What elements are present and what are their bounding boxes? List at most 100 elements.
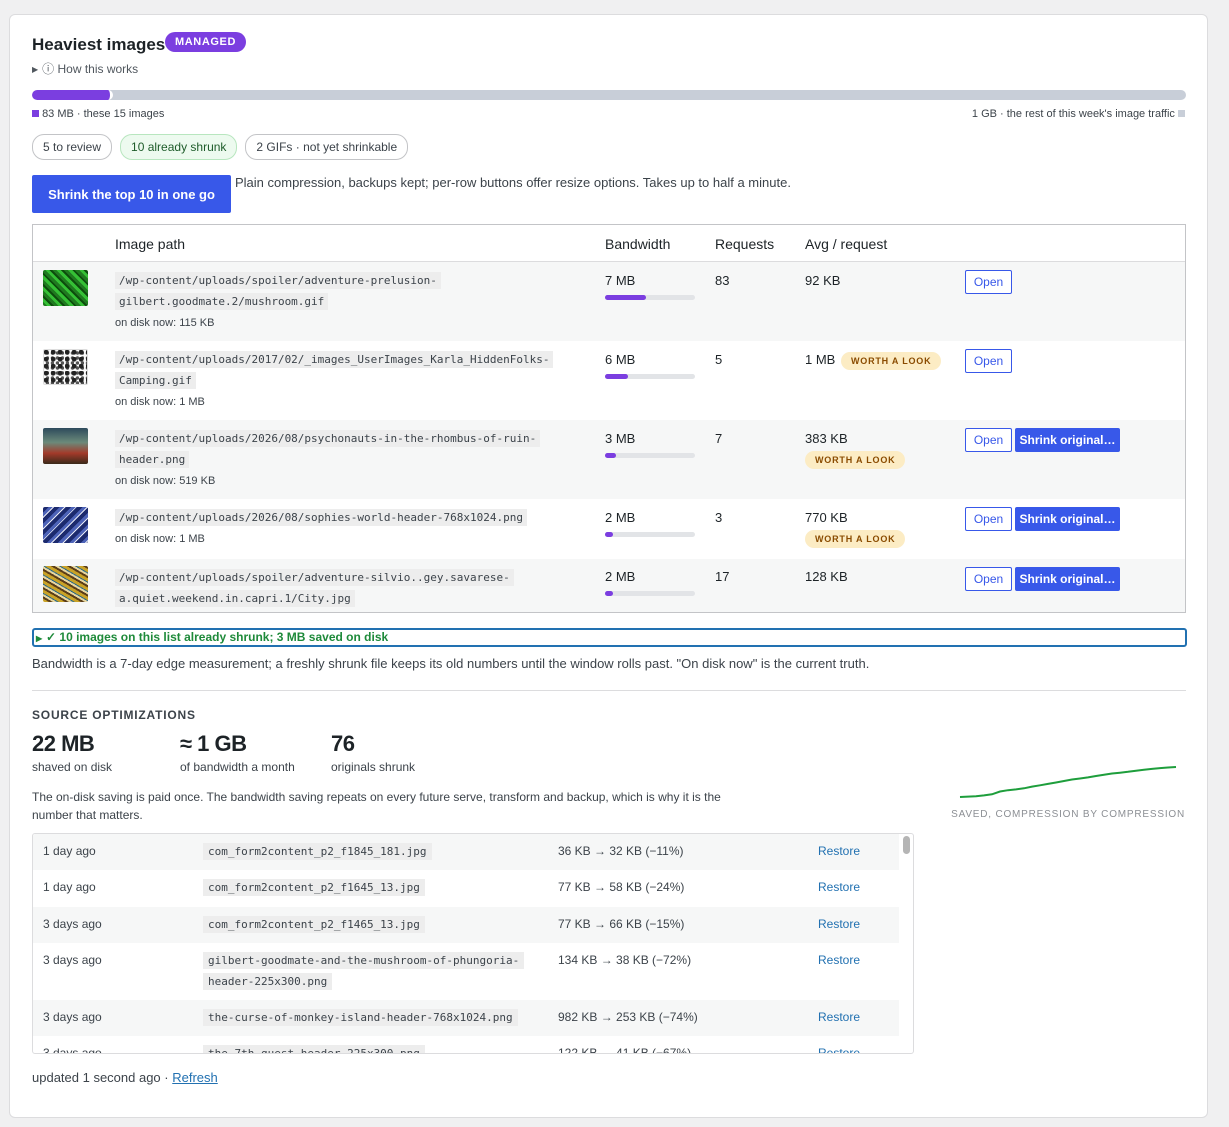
requests-value: 7 [715,431,723,446]
open-button[interactable]: Open [965,428,1012,452]
worth-a-look-badge: WORTH A LOOK [805,451,906,469]
list-item: 3 days ago gilbert-goodmate-and-the-mush… [33,943,899,1000]
bandwidth-bar-fill [605,453,616,458]
already-shrunk-summary[interactable]: ▶ ✓ 10 images on this list already shrunk… [32,628,1187,647]
already-shrunk-text: ✓ 10 images on this list already shrunk;… [46,630,389,644]
log-file: com_form2content_p2_f1465_13.jpg [203,914,543,935]
open-button[interactable]: Open [965,567,1012,591]
traffic-share-bar [32,90,1186,100]
sparkline-label: SAVED, COMPRESSION BY COMPRESSION [951,809,1185,820]
stat-label: originals shrunk [331,760,416,774]
restore-link[interactable]: Restore [818,1046,860,1053]
col-image-path: Image path [115,236,186,252]
how-this-works-label: ⓘ How this works [42,62,139,76]
col-bandwidth: Bandwidth [605,236,671,252]
log-file: gilbert-goodmate-and-the-mushroom-of-phu… [203,950,543,992]
avg-request-value: 383 KB WORTH A LOOK [805,431,906,469]
bandwidth-bar [605,453,695,458]
stat-value: ≈ 1 GB [180,731,247,756]
legend-swatch-purple [32,110,39,117]
image-thumbnail [43,507,88,543]
shrink-original-button[interactable]: Shrink original… [1015,507,1120,531]
avg-request-value: 92 KB [805,273,841,288]
source-note: The on-disk saving is paid once. The ban… [32,790,721,822]
how-this-works-toggle[interactable]: ▶ ⓘ How this works [32,60,138,77]
log-file: the-curse-of-monkey-island-header-768x10… [203,1007,543,1028]
log-size-change: 77 KB → 58 KB (−24%) [558,880,685,894]
bulk-shrink-note: Plain compression, backups kept; per-row… [235,175,791,190]
heaviest-images-table: Image path Bandwidth Requests Avg / requ… [32,224,1186,613]
list-item: 3 days ago the-7th-guest-header-225x300.… [33,1036,899,1054]
chip-to-review[interactable]: 5 to review [32,134,113,160]
list-item: 3 days ago the-curse-of-monkey-island-he… [33,1000,899,1036]
bandwidth-note: Bandwidth is a 7-day edge measurement; a… [32,656,870,671]
bandwidth-bar-fill [605,591,614,596]
col-requests: Requests [715,236,775,252]
stat-originals-shrunk: 76 originals shrunk [331,731,415,774]
on-disk-size: on disk now: 519 KB [115,475,216,487]
refresh-link[interactable]: Refresh [172,1070,218,1085]
restore-link[interactable]: Restore [818,1010,860,1024]
log-size-change: 122 KB → 41 KB (−67%) [558,1046,692,1054]
shrink-original-button[interactable]: Shrink original… [1015,567,1120,591]
log-size-change: 77 KB → 66 KB (−15%) [558,917,685,931]
scrollbar-thumb[interactable] [903,836,910,854]
last-updated: updated 1 second ago · Refresh [32,1070,218,1085]
page-title: Heaviest images [32,35,166,54]
chip-gifs[interactable]: 2 GIFs · not yet shrinkable [245,134,409,160]
updated-text: updated 1 second ago · [32,1070,173,1085]
on-disk-size: on disk now: 1 MB [115,396,205,408]
image-path: /wp-content/uploads/2026/08/psychonauts-… [115,428,585,470]
open-button[interactable]: Open [965,507,1012,531]
sparkline-series [959,766,1177,798]
bandwidth-bar-fill [605,295,647,300]
log-when: 3 days ago [43,1046,102,1054]
image-path: /wp-content/uploads/2026/08/sophies-worl… [115,507,585,528]
table-row: /wp-content/uploads/2026/08/sophies-worl… [33,499,1185,559]
disclosure-triangle-icon: ▶ [36,634,43,643]
bandwidth-value: 7 MB [605,273,636,288]
shrink-top-10-button[interactable]: Shrink the top 10 in one go [32,175,231,213]
avg-request-text: 770 KB [805,510,848,525]
log-when: 3 days ago [43,917,102,931]
restore-link[interactable]: Restore [818,880,860,894]
table-header: Image path Bandwidth Requests Avg / requ… [33,225,1185,262]
image-thumbnail [43,270,88,306]
on-disk-size: on disk now: 1 MB [115,533,205,545]
open-button[interactable]: Open [965,270,1012,294]
image-path: /wp-content/uploads/spoiler/adventure-si… [115,567,585,609]
bandwidth-bar [605,591,695,596]
legend-these-images: 83 MB · these 15 images [32,108,164,120]
requests-value: 17 [715,569,730,584]
list-item: 3 days ago com_form2content_p2_f1465_13.… [33,907,899,943]
restore-link[interactable]: Restore [818,844,860,858]
filter-chips: 5 to review 10 already shrunk 2 GIFs · n… [32,134,409,160]
log-size-change: 982 KB → 253 KB (−74%) [558,1010,698,1024]
avg-request-value: 770 KB WORTH A LOOK [805,510,906,548]
table-row: /wp-content/uploads/spoiler/adventure-si… [33,559,1185,612]
legend-rest-traffic: 1 GB · the rest of this week's image tra… [972,108,1185,120]
section-divider [32,690,1186,691]
avg-request-value: 128 KB [805,569,848,584]
log-file: com_form2content_p2_f1845_181.jpg [203,841,543,862]
requests-value: 5 [715,352,723,367]
log-scrollbar[interactable] [902,836,911,1051]
source-optimizations-heading: SOURCE OPTIMIZATIONS [32,708,196,722]
bandwidth-value: 2 MB [605,510,636,525]
restore-link[interactable]: Restore [818,917,860,931]
shrink-original-button[interactable]: Shrink original… [1015,428,1120,452]
image-path: /wp-content/uploads/spoiler/adventure-pr… [115,270,585,312]
restore-link[interactable]: Restore [818,953,860,967]
list-item: 1 day ago com_form2content_p2_f1645_13.j… [33,870,899,907]
stat-value: 22 MB [32,731,95,756]
log-when: 1 day ago [43,880,96,894]
open-button[interactable]: Open [965,349,1012,373]
table-row: /wp-content/uploads/spoiler/adventure-pr… [33,262,1185,341]
worth-a-look-badge: WORTH A LOOK [840,352,942,370]
stat-label: of bandwidth a month [180,760,295,774]
bandwidth-bar-fill [605,532,614,537]
bandwidth-bar [605,295,695,300]
list-item: 1 day ago com_form2content_p2_f1845_181.… [33,834,899,870]
chip-already-shrunk[interactable]: 10 already shrunk [120,134,238,160]
table-row: /wp-content/uploads/2017/02/_images_User… [33,341,1185,420]
